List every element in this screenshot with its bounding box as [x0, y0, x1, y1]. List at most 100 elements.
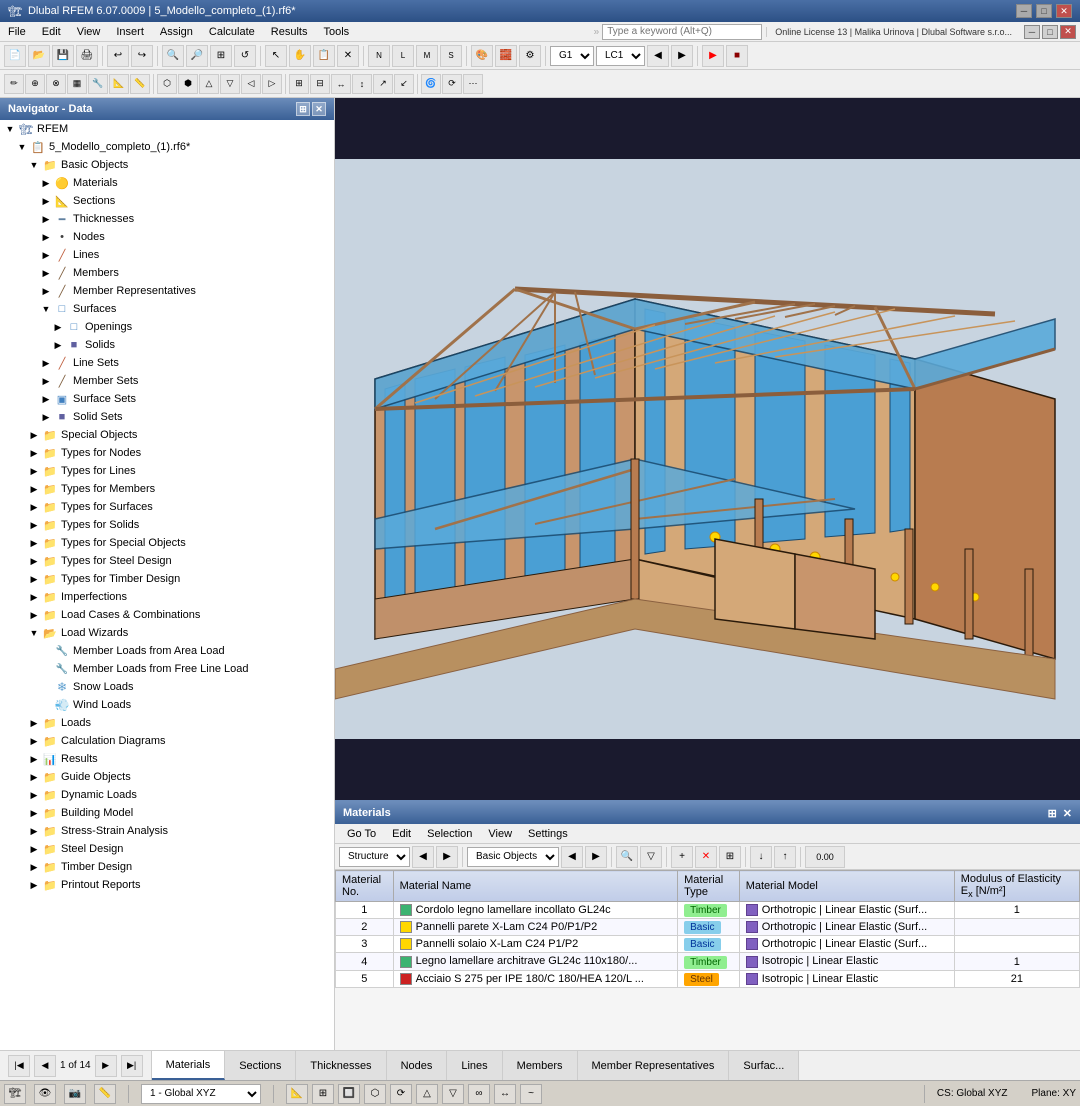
rfem-expand-icon[interactable]: ▼ — [4, 123, 16, 135]
nav-close-button[interactable]: ✕ — [312, 102, 326, 116]
t2-btn-17[interactable]: ↕ — [352, 74, 372, 94]
tree-members[interactable]: ▶ ╱ Members — [0, 264, 334, 282]
materials-expand[interactable]: ▶ — [40, 177, 52, 189]
s-btn-8[interactable]: ∞ — [468, 1084, 490, 1104]
tree-results[interactable]: ▶ 📊 Results — [0, 750, 334, 768]
right-minimize-button[interactable]: ─ — [1024, 25, 1040, 39]
t2-btn-10[interactable]: △ — [199, 74, 219, 94]
page-prev-button[interactable]: ◀ — [34, 1055, 56, 1077]
calc-diagrams-expand[interactable]: ▶ — [28, 735, 40, 747]
page-next-button[interactable]: ▶ — [95, 1055, 117, 1077]
t2-btn-8[interactable]: ⬡ — [157, 74, 177, 94]
t2-btn-19[interactable]: ↙ — [394, 74, 414, 94]
table-row[interactable]: 3 Pannelli solaio X-Lam C24 P1/P2 Basic … — [336, 936, 1080, 953]
tab-surfaces[interactable]: Surfac... — [729, 1051, 799, 1080]
member-sets-expand[interactable]: ▶ — [40, 375, 52, 387]
solids-expand[interactable]: ▶ — [52, 339, 64, 351]
camera-button[interactable]: 📷 — [64, 1084, 86, 1104]
tree-wind-loads[interactable]: ▶ 💨 Wind Loads — [0, 696, 334, 714]
tree-member-representatives[interactable]: ▶ ╱ Member Representatives — [0, 282, 334, 300]
tree-rfem-root[interactable]: ▼ 🏗 RFEM — [0, 120, 334, 138]
stop-button[interactable]: ■ — [726, 45, 748, 67]
steel-design-expand[interactable]: ▶ — [28, 843, 40, 855]
loads-expand[interactable]: ▶ — [28, 717, 40, 729]
t2-btn-7[interactable]: 📏 — [130, 74, 150, 94]
tree-area-loads[interactable]: ▶ 🔧 Member Loads from Area Load — [0, 642, 334, 660]
table-row[interactable]: 5 Acciaio S 275 per IPE 180/C 180/HEA 12… — [336, 970, 1080, 987]
tree-types-lines[interactable]: ▶ 📁 Types for Lines — [0, 462, 334, 480]
panel-prev-button[interactable]: ◀ — [412, 846, 434, 868]
tree-types-nodes[interactable]: ▶ 📁 Types for Nodes — [0, 444, 334, 462]
redo-button[interactable]: ↪ — [131, 45, 153, 67]
select-button[interactable]: ↖ — [265, 45, 287, 67]
tree-building-model[interactable]: ▶ 📁 Building Model — [0, 804, 334, 822]
col-modulus[interactable]: Modulus of ElasticityEx [N/m²] — [954, 871, 1079, 902]
tree-line-sets[interactable]: ▶ ╱ Line Sets — [0, 354, 334, 372]
special-objects-expand[interactable]: ▶ — [28, 429, 40, 441]
next-lc-button[interactable]: ▶ — [671, 45, 693, 67]
t2-btn-5[interactable]: 🔧 — [88, 74, 108, 94]
load-wizards-expand[interactable]: ▼ — [28, 627, 40, 639]
panel-obj-prev-button[interactable]: ◀ — [561, 846, 583, 868]
tree-solids[interactable]: ▶ ■ Solids — [0, 336, 334, 354]
panel-dup-button[interactable]: ⊞ — [719, 846, 741, 868]
s-btn-2[interactable]: ⊞ — [312, 1084, 334, 1104]
t2-btn-2[interactable]: ⊕ — [25, 74, 45, 94]
tree-load-wizards[interactable]: ▼ 📂 Load Wizards — [0, 624, 334, 642]
tree-steel-design[interactable]: ▶ 📁 Steel Design — [0, 840, 334, 858]
tab-member-reps[interactable]: Member Representatives — [578, 1051, 730, 1080]
page-first-button[interactable]: |◀ — [8, 1055, 30, 1077]
col-material-type[interactable]: MaterialType — [678, 871, 740, 902]
lines-expand[interactable]: ▶ — [40, 249, 52, 261]
table-row[interactable]: 1 Cordolo legno lamellare incollato GL24… — [336, 902, 1080, 919]
tab-members[interactable]: Members — [503, 1051, 578, 1080]
stress-strain-expand[interactable]: ▶ — [28, 825, 40, 837]
3d-view-button[interactable]: 🏗 — [4, 1084, 26, 1104]
panel-detach-button[interactable]: ⊞ — [1048, 807, 1057, 820]
panel-obj-next-button[interactable]: ▶ — [585, 846, 607, 868]
surfaces-expand[interactable]: ▼ — [40, 303, 52, 315]
t2-btn-22[interactable]: ⋯ — [463, 74, 483, 94]
calc-run-button[interactable]: ▶ — [702, 45, 724, 67]
zoom-out-button[interactable]: 🔎 — [186, 45, 208, 67]
load-case-combo-lc[interactable]: LC1 — [596, 46, 645, 66]
menu-file[interactable]: File — [0, 24, 34, 40]
surface-button[interactable]: S — [440, 45, 462, 67]
rotate-button[interactable]: ↺ — [234, 45, 256, 67]
s-btn-3[interactable]: 🔲 — [338, 1084, 360, 1104]
tab-materials[interactable]: Materials — [152, 1051, 226, 1080]
title-bar-controls[interactable]: ─ □ ✕ — [1016, 4, 1072, 18]
open-button[interactable]: 📂 — [28, 45, 50, 67]
right-maximize-button[interactable]: □ — [1042, 25, 1058, 39]
guide-objects-expand[interactable]: ▶ — [28, 771, 40, 783]
move-button[interactable]: ✋ — [289, 45, 311, 67]
tree-basic-objects[interactable]: ▼ 📁 Basic Objects — [0, 156, 334, 174]
tree-special-objects[interactable]: ▶ 📁 Special Objects — [0, 426, 334, 444]
panel-filter-button[interactable]: ▽ — [640, 846, 662, 868]
t2-btn-4[interactable]: ▦ — [67, 74, 87, 94]
zoom-in-button[interactable]: 🔍 — [162, 45, 184, 67]
material-button[interactable]: 🧱 — [495, 45, 517, 67]
nodes-expand[interactable]: ▶ — [40, 231, 52, 243]
s-btn-10[interactable]: ~ — [520, 1084, 542, 1104]
load-cases-expand[interactable]: ▶ — [28, 609, 40, 621]
types-steel-expand[interactable]: ▶ — [28, 555, 40, 567]
types-lines-expand[interactable]: ▶ — [28, 465, 40, 477]
undo-button[interactable]: ↩ — [107, 45, 129, 67]
dynamic-loads-expand[interactable]: ▶ — [28, 789, 40, 801]
types-surfaces-expand[interactable]: ▶ — [28, 501, 40, 513]
fit-button[interactable]: ⊞ — [210, 45, 232, 67]
nav-header-buttons[interactable]: ⊞ ✕ — [296, 102, 326, 116]
new-button[interactable]: 📄 — [4, 45, 26, 67]
panel-menu-goto[interactable]: Go To — [339, 826, 384, 842]
building-model-expand[interactable]: ▶ — [28, 807, 40, 819]
search-input[interactable] — [602, 24, 762, 40]
s-btn-4[interactable]: ⬡ — [364, 1084, 386, 1104]
tree-sections[interactable]: ▶ 📐 Sections — [0, 192, 334, 210]
member-button[interactable]: M — [416, 45, 438, 67]
s-btn-6[interactable]: △ — [416, 1084, 438, 1104]
menu-calculate[interactable]: Calculate — [201, 24, 263, 40]
measure-button[interactable]: 📏 — [94, 1084, 116, 1104]
tree-openings[interactable]: ▶ □ Openings — [0, 318, 334, 336]
t2-btn-6[interactable]: 📐 — [109, 74, 129, 94]
